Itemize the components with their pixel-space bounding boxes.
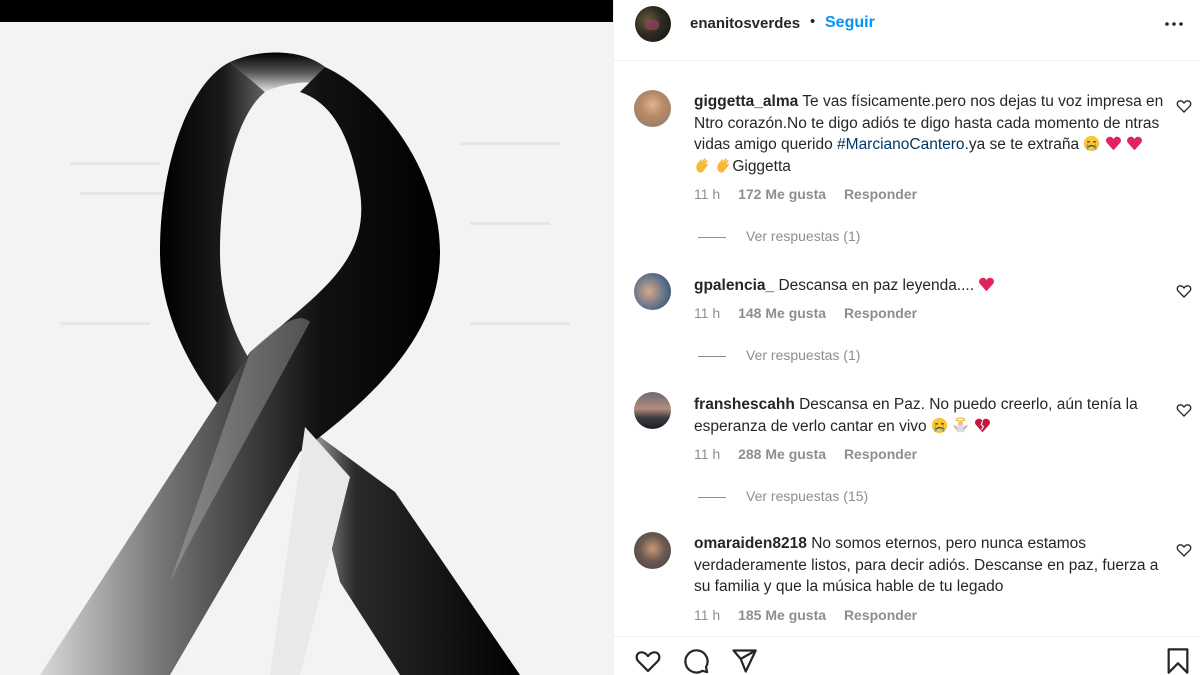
post-image[interactable] [0,0,613,675]
commenter-username[interactable]: gpalencia_ [694,277,774,294]
broken-heart-icon [974,418,990,432]
angel-icon [953,417,969,432]
comment-time: 11 h [694,446,721,462]
crying-face-icon [931,417,948,433]
comment-text: franshescahh Descansa en Paz. No puedo c… [694,394,1164,437]
comment-time: 11 h [694,186,721,202]
like-comment-heart-icon[interactable] [1176,542,1192,558]
reply-button[interactable]: Responder [844,305,917,321]
view-replies-label[interactable]: Ver respuestas (1) [746,347,860,363]
comment-text: omaraiden8218 No somos eternos, pero nun… [694,533,1164,598]
separator-dot: • [810,13,816,30]
comment-time: 11 h [694,305,721,321]
red-heart-icon [1105,136,1121,151]
like-comment-heart-icon[interactable] [1176,283,1192,299]
comment-body-cont: .ya se te extraña [964,136,1080,153]
comment-body: Descansa en paz leyenda.... [778,277,975,294]
comments-panel: enanitosverdes • Seguir giggetta_alma Te… [613,0,1200,675]
comment-likes[interactable]: 148 Me gusta [738,305,826,321]
commenter-avatar[interactable] [634,90,671,127]
like-comment-heart-icon[interactable] [1176,402,1192,418]
commenter-avatar[interactable] [634,392,671,429]
commenter-username[interactable]: omaraiden8218 [694,535,807,552]
replies-divider [698,236,726,238]
bookmark-icon[interactable] [1164,647,1192,675]
share-icon[interactable] [730,647,758,675]
red-heart-icon [979,277,995,292]
comment-icon[interactable] [682,647,710,675]
waving-hand-icon [696,157,708,173]
post-action-bar [614,636,1200,675]
author-avatar[interactable] [635,6,671,42]
comment-meta: 11 h 185 Me gusta Responder [694,607,931,623]
replies-divider [698,355,726,357]
commenter-avatar[interactable] [634,532,671,569]
comment-likes[interactable]: 288 Me gusta [738,446,826,462]
follow-button[interactable]: Seguir [825,14,875,32]
reply-button[interactable]: Responder [844,607,917,623]
view-replies-button[interactable]: Ver respuestas (1) [698,347,860,363]
hashtag-link[interactable]: #MarcianoCantero [837,136,965,153]
reply-button[interactable]: Responder [844,446,917,462]
comment-signature: Giggetta [732,157,791,175]
replies-divider [698,496,726,498]
like-comment-heart-icon[interactable] [1176,98,1192,114]
crying-face-icon [1084,135,1100,152]
reply-button[interactable]: Responder [844,186,917,202]
comment-meta: 11 h 288 Me gusta Responder [694,446,931,462]
waving-hand-icon [717,157,730,173]
view-replies-button[interactable]: Ver respuestas (1) [698,228,860,244]
author-username[interactable]: enanitosverdes [690,15,800,32]
comment-meta: 11 h 172 Me gusta Responder [694,186,931,202]
view-replies-label[interactable]: Ver respuestas (1) [746,228,860,244]
image-top-bar [0,0,613,22]
mourning-ribbon-image [0,22,613,675]
comment-text: giggetta_alma Te vas físicamente.pero no… [694,91,1164,177]
view-replies-label[interactable]: Ver respuestas (15) [746,488,868,504]
comment-time: 11 h [694,607,721,623]
comment-meta: 11 h 148 Me gusta Responder [694,305,931,321]
commenter-username[interactable]: franshescahh [694,396,795,413]
commenter-avatar[interactable] [634,273,671,310]
heart-icon[interactable] [634,647,662,675]
red-heart-icon [1127,136,1143,151]
comment-likes[interactable]: 185 Me gusta [738,607,826,623]
comment-text: gpalencia_ Descansa en paz leyenda.... [694,275,1164,297]
commenter-username[interactable]: giggetta_alma [694,93,798,110]
comment-likes[interactable]: 172 Me gusta [738,186,826,202]
view-replies-button[interactable]: Ver respuestas (15) [698,488,868,504]
more-options-icon[interactable] [1162,12,1186,36]
post-header: enanitosverdes • Seguir [614,0,1200,61]
